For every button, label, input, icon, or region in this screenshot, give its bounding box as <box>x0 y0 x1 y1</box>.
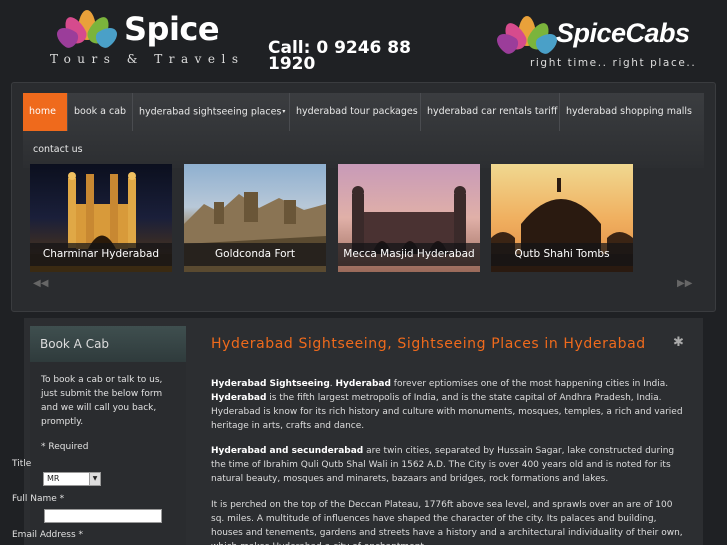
lotus-icon <box>52 10 122 51</box>
slide-caption: Qutb Shahi Tombs <box>491 243 633 266</box>
chevron-down-icon: ▼ <box>89 473 100 485</box>
nav-label: home <box>29 106 56 117</box>
paragraph-3: It is perched on the top of the Deccan P… <box>211 500 683 545</box>
nav-shopping-malls[interactable]: hyderabad shopping malls <box>560 93 693 131</box>
required-note: * Required <box>41 442 89 452</box>
chevron-down-icon: ▾ <box>282 108 286 115</box>
slide-caption: Charminar Hyderabad <box>30 243 172 266</box>
text: is the fifth largest metropolis of India… <box>211 393 683 431</box>
spice-logo[interactable]: Spice Tours & Travels <box>50 8 248 70</box>
slide-charminar[interactable]: Charminar Hyderabad <box>30 164 172 272</box>
nav-car-rentals[interactable]: hyderabad car rentals tariff <box>421 93 560 131</box>
paragraph-1: Hyderabad Sightseeing. Hyderabad forever… <box>211 377 685 433</box>
slider-prev-icon[interactable]: ◀◀ <box>33 278 48 289</box>
spicecabs-logo[interactable]: SpiceCabs right time.. right place.. <box>492 14 706 74</box>
brand-name-right: SpiceCabs <box>556 18 690 48</box>
nav-contact-us[interactable]: contact us <box>27 137 89 163</box>
call-number: Call: 0 9246 88 1920 <box>268 38 411 74</box>
slide-caption: Goldconda Fort <box>184 243 326 266</box>
site-header: Spice Tours & Travels Call: 0 9246 88 19… <box>0 0 727 84</box>
bold-text: Hyderabad <box>211 393 267 403</box>
nav-label: hyderabad car rentals tariff <box>427 106 558 117</box>
main-nav: home book a cab hyderabad sightseeing pl… <box>23 93 704 168</box>
nav-book-a-cab[interactable]: book a cab <box>68 93 133 131</box>
bold-text: Hyderabad and secunderabad <box>211 446 364 456</box>
nav-label: hyderabad shopping malls <box>566 106 693 117</box>
bold-text: Hyderabad <box>335 379 391 389</box>
nav-label: hyderabad tour packages <box>296 106 418 117</box>
page-title: Hyderabad Sightseeing, Sightseeing Place… <box>211 336 646 352</box>
fullname-label: Full Name * <box>12 494 65 504</box>
nav-sightseeing[interactable]: hyderabad sightseeing places▾ <box>133 93 290 131</box>
lotus-icon <box>492 16 562 57</box>
title-select[interactable]: MR ▼ <box>43 472 101 486</box>
fullname-input[interactable] <box>44 509 162 523</box>
brand-subtitle: Tours & Travels <box>50 52 245 66</box>
slide-qutb-shahi[interactable]: Qutb Shahi Tombs <box>491 164 633 272</box>
image-slider: Charminar Hyderabad Goldconda Fort Mecca… <box>30 164 650 272</box>
slide-caption: Mecca Masjid Hyderabad <box>338 243 480 266</box>
slide-golconda[interactable]: Goldconda Fort <box>184 164 326 272</box>
brand-name: Spice <box>124 10 220 48</box>
select-value: MR <box>47 474 60 483</box>
paragraph-2: Hyderabad and secunderabad are twin citi… <box>211 444 685 486</box>
tools-icon[interactable]: ✱ <box>673 335 684 350</box>
bold-text: Hyderabad Sightseeing <box>211 379 330 389</box>
nav-tour-packages[interactable]: hyderabad tour packages <box>290 93 421 131</box>
panel-intro: To book a cab or talk to us, just submit… <box>41 375 163 427</box>
nav-label: hyderabad sightseeing places <box>139 106 282 118</box>
nav-home[interactable]: home <box>23 93 68 131</box>
title-label: Title <box>12 459 32 469</box>
nav-label: contact us <box>33 144 83 155</box>
panel-title: Book A Cab <box>30 326 186 362</box>
slide-mecca-masjid[interactable]: Mecca Masjid Hyderabad <box>338 164 480 272</box>
slider-next-icon[interactable]: ▶▶ <box>677 278 692 289</box>
email-label: Email Address * <box>12 530 84 540</box>
nav-label: book a cab <box>74 106 127 117</box>
brand-tagline: right time.. right place.. <box>530 57 697 69</box>
text: forever eptiomises one of the most happe… <box>390 379 669 389</box>
